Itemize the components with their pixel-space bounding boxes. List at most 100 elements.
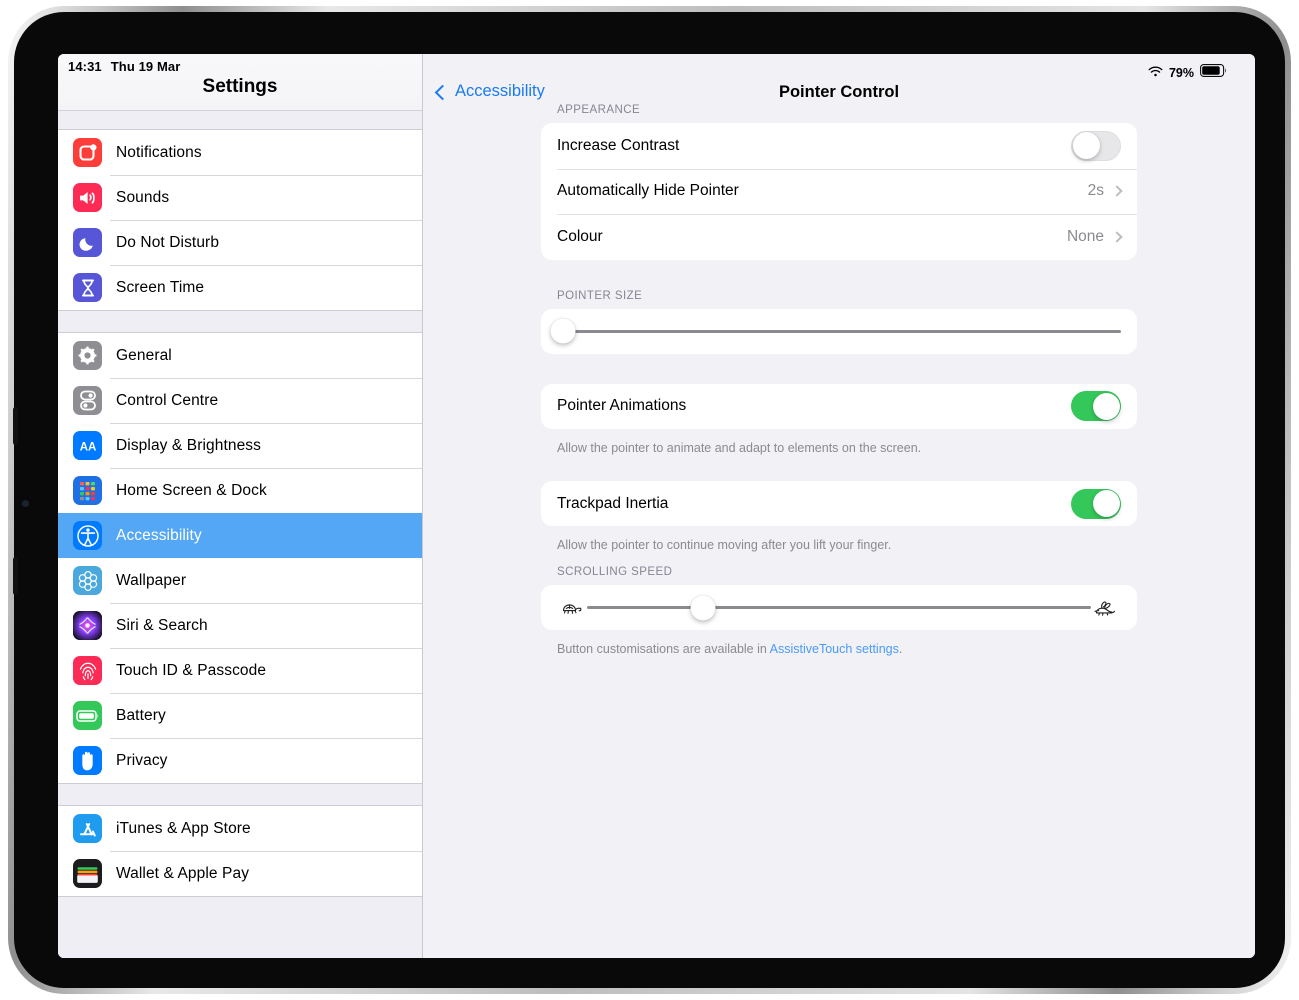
settings-sidebar: 14:31 Thu 19 Mar Settings Notifications So… (58, 54, 423, 958)
assistive-touch-settings-link[interactable]: AssistiveTouch settings (770, 642, 899, 656)
status-bar-left: 14:31 Thu 19 Mar (68, 59, 180, 74)
wallet-apple-pay-icon (73, 859, 102, 888)
detail-body: APPEARANCE Increase Contrast Automatical… (423, 104, 1255, 658)
pointer-size-slider-thumb[interactable] (550, 318, 576, 344)
trackpad-inertia-footnote: Allow the pointer to continue moving aft… (557, 538, 892, 553)
row-pointer-animations[interactable]: Pointer Animations (541, 384, 1137, 430)
appearance-section-header: APPEARANCE (557, 104, 641, 116)
sidebar-item-label: iTunes & App Store (116, 819, 251, 837)
appearance-card: Increase Contrast Automatically Hide Poi… (541, 123, 1137, 260)
notifications-icon (73, 138, 102, 167)
toggle-knob (1072, 132, 1100, 160)
battery-percent-label: 79% (1168, 66, 1194, 80)
sidebar-item-sounds[interactable]: Sounds (58, 175, 422, 220)
scrolling-speed-slider-row[interactable] (541, 585, 1137, 630)
automatically-hide-pointer-label: Automatically Hide Pointer (557, 182, 739, 200)
status-bar-right: 79% (1148, 64, 1227, 82)
sidebar-item-accessibility[interactable]: Accessibility (58, 513, 422, 558)
sidebar-item-wallpaper[interactable]: Wallpaper (58, 558, 422, 603)
sidebar-item-label: Control Centre (116, 391, 219, 409)
sidebar-item-privacy[interactable]: Privacy (58, 738, 422, 783)
screen-time-icon (73, 273, 102, 302)
sidebar-header: 14:31 Thu 19 Mar Settings (58, 54, 422, 110)
sidebar-item-itunes-and-app-store[interactable]: iTunes & App Store (58, 806, 422, 851)
sidebar-item-siri-and-search[interactable]: Siri & Search (58, 603, 422, 648)
trackpad-inertia-toggle[interactable] (1071, 488, 1121, 519)
home-screen-dock-icon (73, 476, 102, 505)
sidebar-item-general[interactable]: General (58, 333, 422, 378)
sidebar-title: Settings (202, 76, 278, 97)
sidebar-item-label: Privacy (116, 751, 168, 769)
sidebar-item-label: Sounds (116, 188, 170, 206)
battery-settings-icon (73, 701, 102, 730)
page-title: Pointer Control (778, 83, 900, 101)
footnote-text-before: Button customisations are available in (557, 642, 770, 657)
sounds-icon (73, 183, 102, 212)
do-not-disturb-icon (73, 228, 102, 257)
battery-icon (1200, 64, 1227, 82)
sidebar-item-label: Notifications (116, 143, 202, 161)
footnote-text-after: . (898, 642, 903, 657)
sidebar-item-notifications[interactable]: Notifications (58, 130, 422, 175)
sidebar-item-display-and-brightness[interactable]: AA Display & Brightness (58, 423, 422, 468)
row-automatically-hide-pointer[interactable]: Automatically Hide Pointer 2s (541, 168, 1137, 215)
sidebar-item-do-not-disturb[interactable]: Do Not Disturb (58, 220, 422, 265)
colour-value: None (1066, 227, 1104, 245)
sidebar-item-label: Home Screen & Dock (116, 481, 267, 499)
front-camera (22, 500, 29, 507)
pointer-animations-label: Pointer Animations (557, 397, 687, 415)
app-store-icon (73, 814, 102, 843)
tortoise-icon (557, 599, 587, 617)
sidebar-item-label: Wallpaper (116, 571, 187, 589)
control-centre-icon (73, 386, 102, 415)
ipad-screen: 14:31 Thu 19 Mar Settings Notifications So… (58, 54, 1255, 958)
scrolling-speed-card (541, 585, 1137, 631)
pointer-size-card (541, 308, 1137, 354)
general-gear-icon (73, 341, 102, 370)
scrolling-speed-slider-thumb[interactable] (690, 595, 716, 621)
scrolling-speed-section-header: SCROLLING SPEED (557, 566, 673, 579)
sidebar-item-battery[interactable]: Battery (58, 693, 422, 738)
volume-down-button[interactable] (13, 557, 18, 595)
sidebar-item-home-screen-and-dock[interactable]: Home Screen & Dock (58, 468, 422, 513)
sidebar-scroll-area[interactable]: Notifications Sounds Do Not Disturb Screen … (58, 110, 422, 958)
pointer-size-slider-row[interactable] (541, 309, 1137, 354)
sidebar-gap (58, 784, 422, 805)
pointer-animations-toggle[interactable] (1071, 391, 1121, 422)
volume-up-button[interactable] (13, 407, 18, 445)
trackpad-inertia-card: Trackpad Inertia (541, 480, 1137, 527)
sidebar-group: iTunes & App Store Wallet & Apple Pay (58, 805, 422, 897)
pointer-size-slider-track[interactable] (550, 318, 1121, 344)
sidebar-item-label: Display & Brightness (116, 436, 262, 454)
touch-id-passcode-icon (73, 656, 102, 685)
row-increase-contrast[interactable]: Increase Contrast (541, 123, 1137, 169)
scrolling-speed-slider-track[interactable] (587, 595, 1091, 621)
svg-text:AA: AA (79, 441, 96, 453)
chevron-right-icon (1111, 231, 1123, 243)
sidebar-item-label: Accessibility (116, 526, 202, 544)
sidebar-item-touch-id-and-passcode[interactable]: Touch ID & Passcode (58, 648, 422, 693)
automatically-hide-pointer-value: 2s (1087, 182, 1104, 200)
pointer-animations-footnote: Allow the pointer to animate and adapt t… (557, 441, 922, 455)
toggle-knob (1092, 490, 1120, 518)
chevron-right-icon (1111, 185, 1123, 197)
device-bezel: 14:31 Thu 19 Mar Settings Notifications So… (13, 12, 1285, 988)
sidebar-item-label: Battery (116, 706, 166, 724)
sidebar-groups: Notifications Sounds Do Not Disturb Screen … (58, 129, 422, 897)
sidebar-group: General Control Centre AA Display & Brightn… (58, 332, 422, 784)
sidebar-item-control-centre[interactable]: Control Centre (58, 378, 422, 423)
sidebar-item-screen-time[interactable]: Screen Time (58, 265, 422, 310)
hare-icon (1091, 598, 1121, 618)
row-colour[interactable]: Colour None (541, 214, 1137, 260)
sidebar-item-label: Siri & Search (116, 616, 208, 634)
sidebar-item-wallet-and-apple-pay[interactable]: Wallet & Apple Pay (58, 851, 422, 896)
status-bar-time: 14:31 (68, 59, 102, 74)
row-trackpad-inertia[interactable]: Trackpad Inertia (541, 481, 1137, 527)
toggle-knob (1092, 392, 1120, 420)
increase-contrast-toggle[interactable] (1071, 130, 1121, 161)
detail-pane: Accessibility Pointer Control APPEARANCE… (423, 54, 1255, 958)
